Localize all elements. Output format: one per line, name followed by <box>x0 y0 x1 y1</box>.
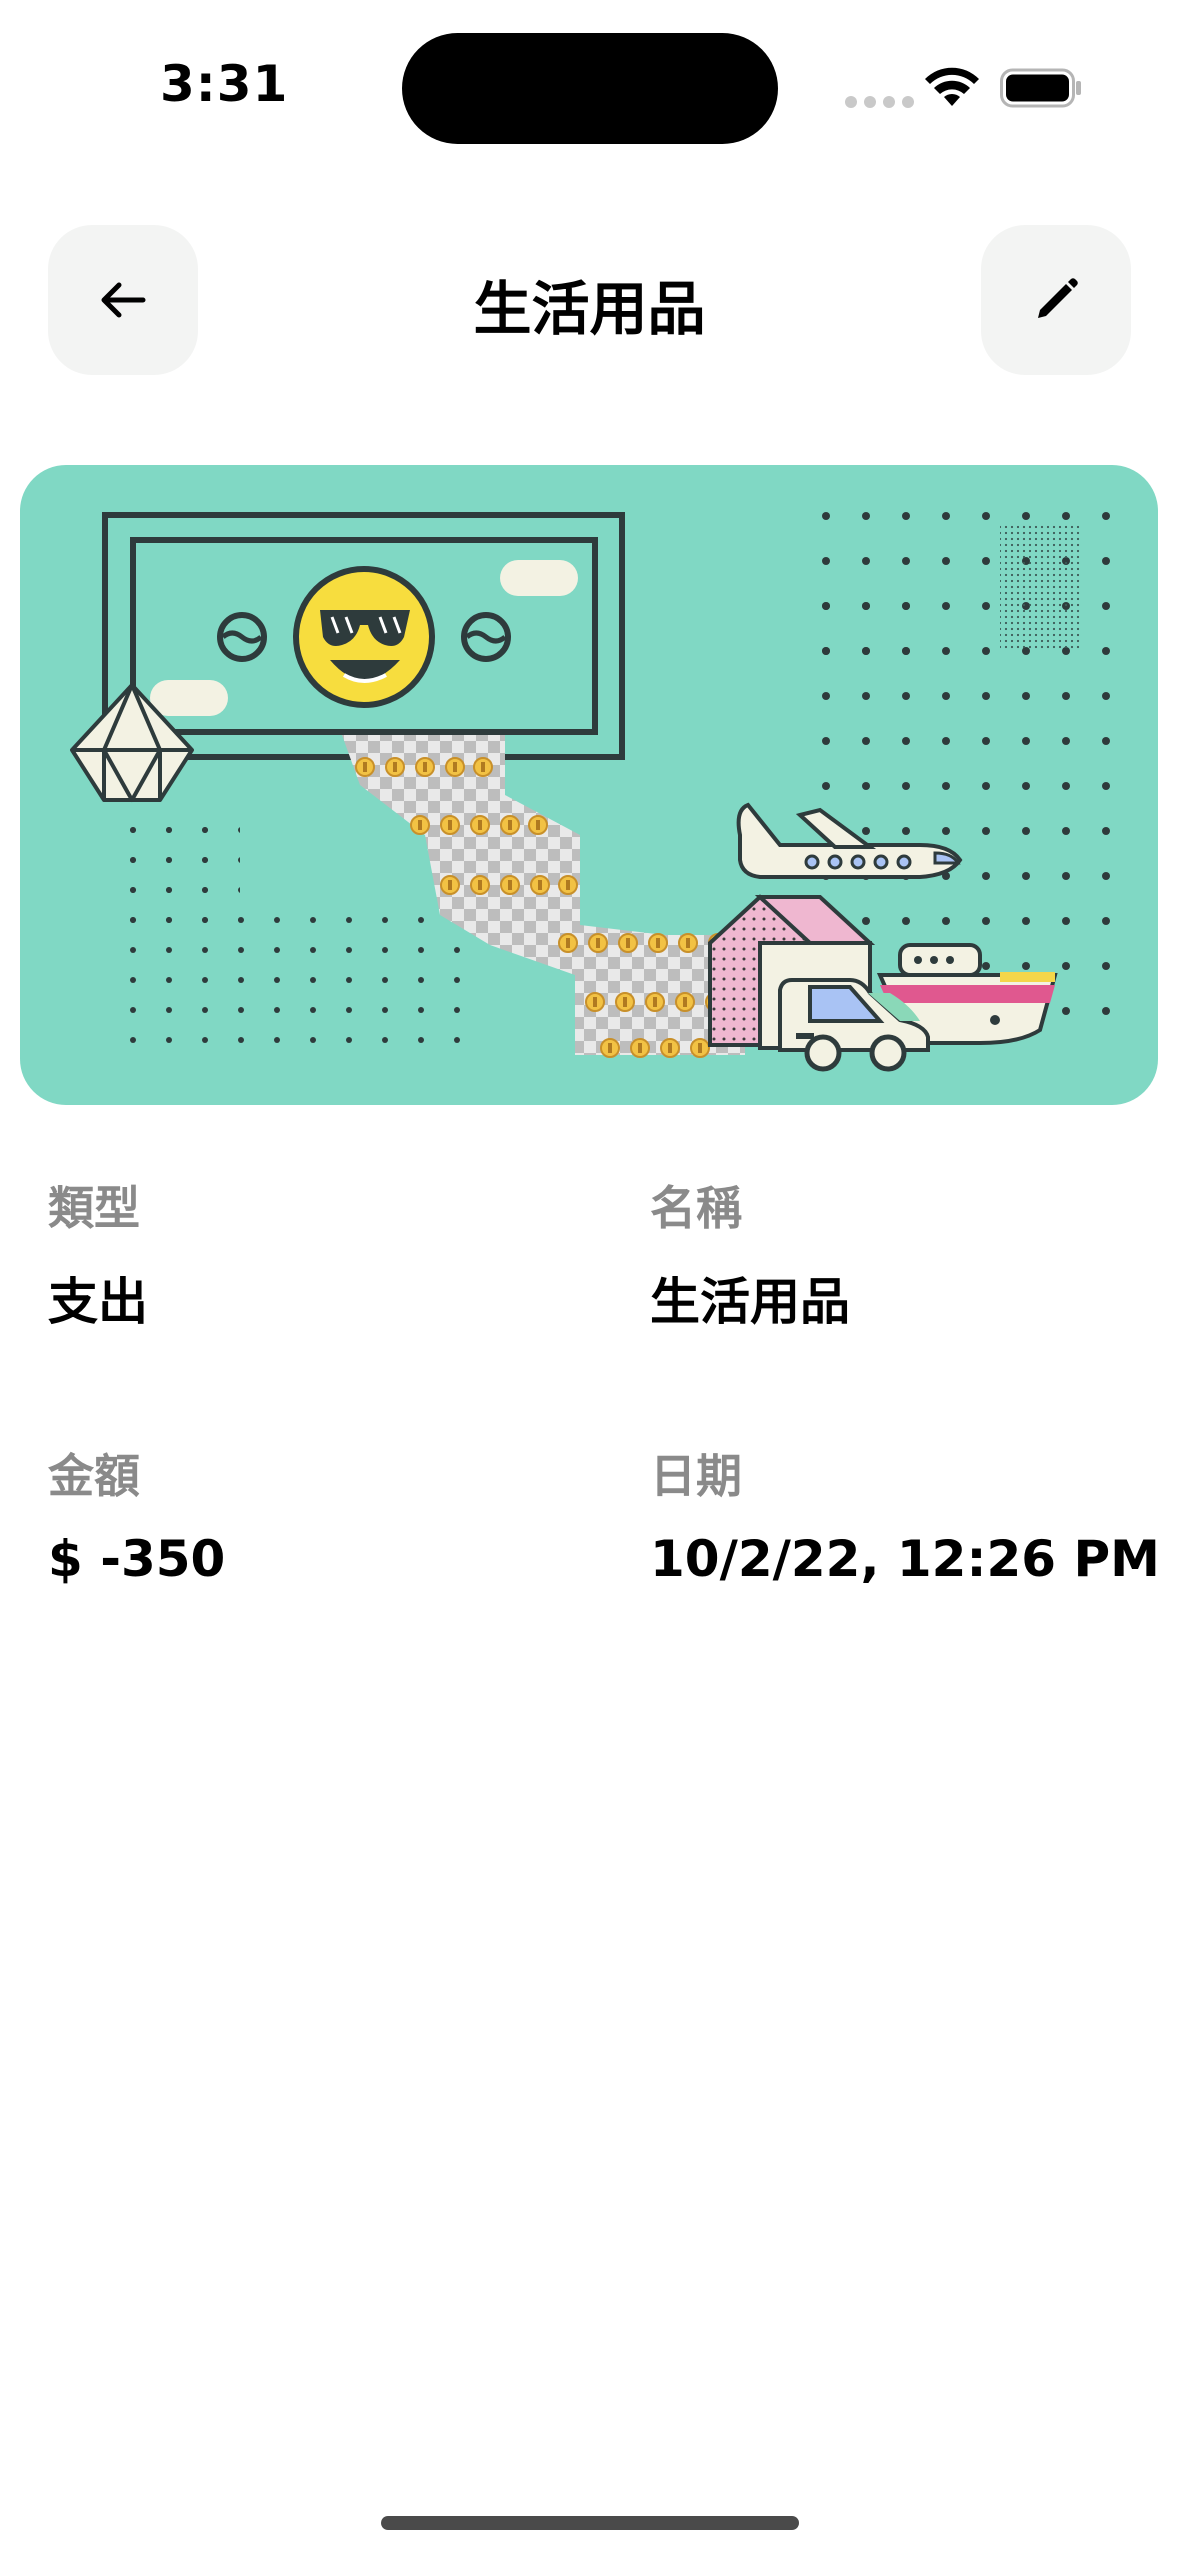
type-label: 類型 <box>48 1181 140 1235</box>
dynamic-island <box>402 33 778 144</box>
date-label: 日期 <box>650 1449 742 1503</box>
banner-illustration <box>20 465 1158 1105</box>
edit-button[interactable] <box>981 225 1131 375</box>
detail-screen: 3:31 生活用品 類型 支出 名稱 生活用品 金額 $ -350 日期 10/… <box>0 0 1179 2556</box>
cellular-signal-icon <box>845 96 914 108</box>
home-indicator[interactable] <box>381 2516 799 2530</box>
date-value: 10/2/22, 12:26 PM <box>650 1530 1160 1588</box>
amount-label: 金額 <box>48 1449 140 1503</box>
wifi-icon <box>925 67 979 106</box>
battery-icon <box>1000 68 1081 108</box>
status-time: 3:31 <box>160 55 289 113</box>
pencil-icon <box>1038 278 1078 318</box>
name-value: 生活用品 <box>650 1273 850 1331</box>
money-illustration-icon <box>70 480 1130 1072</box>
amount-value: $ -350 <box>48 1530 226 1588</box>
type-value: 支出 <box>48 1273 148 1331</box>
name-label: 名稱 <box>650 1181 742 1235</box>
